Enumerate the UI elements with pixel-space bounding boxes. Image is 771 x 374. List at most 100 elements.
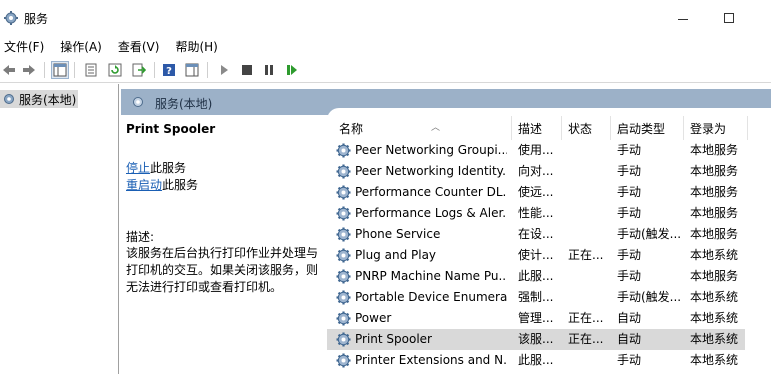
column-header-status-label: 状态 — [568, 121, 593, 136]
selected-service-title: Print Spooler — [126, 122, 216, 136]
maximize-icon — [724, 13, 734, 23]
service-description-cell: 在设... — [518, 227, 554, 241]
help-icon[interactable]: ? — [160, 61, 178, 79]
service-status — [568, 224, 608, 245]
service-row[interactable]: Printer Extensions and N... 此服... 手动 本地系统 — [327, 350, 745, 371]
toolbar: ? — [0, 57, 771, 83]
toolbar-separator — [207, 62, 208, 78]
column-header-log-on-as[interactable]: 登录为 — [690, 116, 750, 140]
service-status — [568, 203, 608, 224]
column-divider[interactable] — [683, 116, 684, 140]
tree-item-label: 服务(本地) — [19, 92, 77, 107]
service-gear-icon — [336, 164, 351, 179]
menu-bar: 文件(F) 操作(A) 查看(V) 帮助(H) — [0, 36, 771, 56]
service-log-on-as: 本地系统 — [690, 311, 739, 325]
refresh-icon[interactable] — [106, 61, 124, 79]
restart-service-icon[interactable] — [283, 61, 301, 79]
service-row[interactable]: PNRP Machine Name Pu... 此服... 手动 本地服务 — [327, 266, 745, 287]
service-status — [568, 287, 608, 308]
service-log-on-as: 本地服务 — [690, 227, 739, 241]
svg-text:?: ? — [166, 66, 172, 77]
service-description-cell: 此服... — [518, 353, 554, 367]
service-row[interactable]: Peer Networking Identity... 向对... 手动 本地服务 — [327, 161, 745, 182]
stop-service-suffix: 此服务 — [150, 161, 187, 175]
service-gear-icon — [336, 227, 351, 242]
service-name: Performance Counter DL... — [355, 185, 507, 199]
service-log-on-as: 本地服务 — [690, 206, 739, 220]
back-arrow-icon[interactable] — [0, 61, 18, 79]
service-status: 正在... — [568, 248, 604, 262]
toolbar-separator — [74, 62, 75, 78]
menu-view[interactable]: 查看(V) — [114, 36, 164, 56]
service-startup-type: 手动(触发... — [617, 290, 682, 304]
service-row[interactable]: Phone Service 在设... 手动(触发... 本地服务 — [327, 224, 745, 245]
pause-service-icon[interactable] — [260, 61, 278, 79]
service-startup-type: 手动(触发... — [617, 227, 682, 241]
menu-help[interactable]: 帮助(H) — [171, 36, 221, 56]
minimize-button[interactable] — [660, 0, 706, 36]
details-pane: Print Spooler 停止此服务 重启动此服务 描述: 该服务在后台执行打… — [121, 115, 327, 374]
service-row[interactable]: Power 管理... 正在... 自动 本地系统 — [327, 308, 745, 329]
console-tree: 服务(本地) — [0, 84, 119, 374]
service-description-cell: 管理... — [518, 311, 554, 325]
restart-service-link[interactable]: 重启动 — [126, 178, 162, 192]
service-description-cell: 性能... — [518, 206, 554, 220]
service-gear-icon — [336, 206, 351, 221]
show-hide-action-pane-icon[interactable] — [183, 61, 201, 79]
service-name: Performance Logs & Aler... — [355, 206, 507, 220]
service-name: Printer Extensions and N... — [355, 353, 507, 367]
service-gear-icon — [336, 332, 351, 347]
service-description-cell: 向对... — [518, 164, 554, 178]
service-description-cell: 此服... — [518, 269, 554, 283]
service-startup-type: 手动 — [617, 185, 642, 199]
service-row[interactable]: Plug and Play 使计... 正在... 手动 本地系统 — [327, 245, 745, 266]
column-header-startup-type-label: 启动类型 — [617, 121, 666, 136]
service-row[interactable]: Portable Device Enumera... 强制... 手动(触发... 本… — [327, 287, 745, 308]
column-divider[interactable] — [561, 116, 562, 140]
service-log-on-as: 本地服务 — [690, 185, 739, 199]
service-log-on-as: 本地系统 — [690, 332, 739, 346]
column-header-status[interactable]: 状态 — [568, 116, 612, 140]
column-header-name[interactable]: 名称 ︿ — [339, 116, 517, 140]
services-gear-icon — [4, 94, 14, 104]
menu-action[interactable]: 操作(A) — [56, 36, 106, 56]
service-startup-type: 手动 — [617, 248, 642, 262]
tree-item-services-local[interactable]: 服务(本地) — [0, 90, 78, 108]
properties-icon[interactable] — [82, 61, 100, 79]
sort-ascending-icon: ︿ — [431, 123, 441, 133]
service-row[interactable]: Print Spooler 该服... 正在... 自动 本地系统 — [327, 329, 745, 350]
column-divider[interactable] — [610, 116, 611, 140]
minimize-icon — [678, 18, 688, 20]
service-row[interactable]: Peer Networking Groupi... 使用... 手动 本地服务 — [327, 140, 745, 161]
services-list: 名称 ︿ 描述 状态 启动类型 登录为 Peer Networking Grou… — [327, 108, 771, 374]
service-gear-icon — [336, 185, 351, 200]
column-divider[interactable] — [747, 116, 748, 140]
service-row[interactable]: Performance Logs & Aler... 性能... 手动 本地服务 — [327, 203, 745, 224]
service-gear-icon — [336, 248, 351, 263]
title-bar: 服务 — [0, 0, 771, 36]
console-tree-icon[interactable] — [51, 61, 69, 79]
maximize-button[interactable] — [706, 0, 752, 36]
service-status — [568, 140, 608, 161]
stop-service-link[interactable]: 停止 — [126, 161, 150, 175]
service-description-cell: 该服... — [518, 332, 554, 346]
stop-service-action: 停止此服务 — [126, 159, 186, 176]
service-gear-icon — [336, 353, 351, 368]
service-startup-type: 手动 — [617, 143, 642, 157]
start-service-icon[interactable] — [215, 61, 233, 79]
service-log-on-as: 本地系统 — [690, 353, 739, 367]
service-startup-type: 自动 — [617, 332, 642, 346]
column-header-startup-type[interactable]: 启动类型 — [617, 116, 685, 140]
service-name: Power — [355, 311, 392, 325]
stop-service-icon[interactable] — [238, 61, 256, 79]
export-list-icon[interactable] — [130, 61, 148, 79]
column-header-description[interactable]: 描述 — [518, 116, 562, 140]
forward-arrow-icon[interactable] — [20, 61, 38, 79]
service-row[interactable]: Performance Counter DL... 使远... 手动 本地服务 — [327, 182, 745, 203]
service-log-on-as: 本地服务 — [690, 143, 739, 157]
column-divider[interactable] — [511, 116, 512, 140]
service-startup-type: 自动 — [617, 311, 642, 325]
service-description: 该服务在后台执行打印作业并处理与打印机的交互。如果关闭该服务，则无法进行打印或查… — [126, 246, 319, 294]
menu-file[interactable]: 文件(F) — [0, 36, 48, 56]
services-gear-icon — [133, 97, 143, 107]
